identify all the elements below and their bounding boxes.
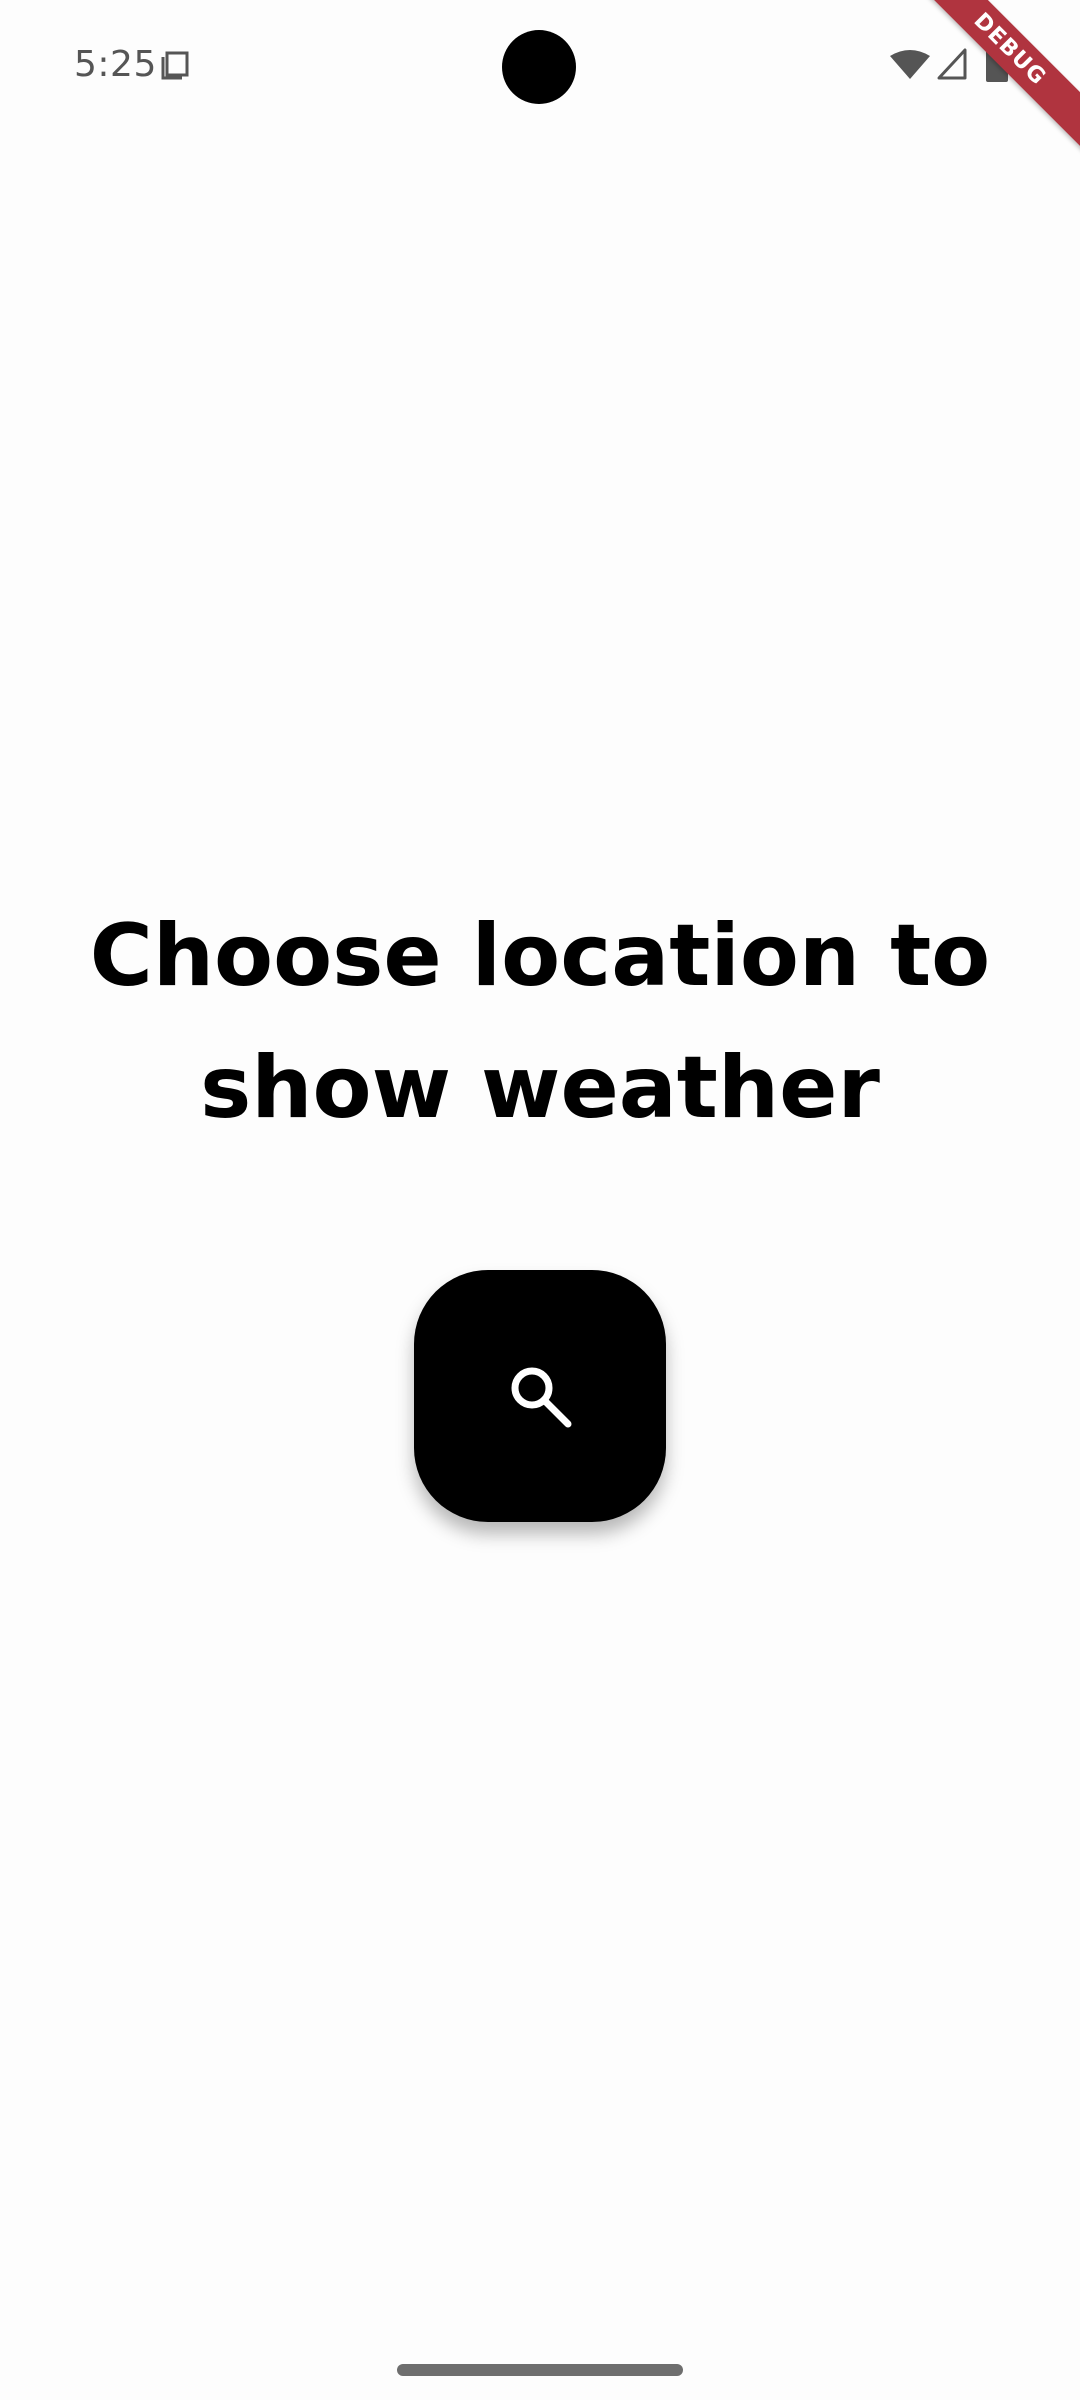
search-icon	[511, 1367, 572, 1428]
signal-icon	[937, 48, 967, 80]
wifi-icon	[890, 50, 930, 79]
camera-cutout	[502, 30, 576, 104]
search-button[interactable]	[414, 1270, 666, 1522]
screenshot-icon	[161, 51, 189, 80]
status-time: 5:25	[74, 44, 157, 85]
app-screen: 5:25 DEBUG Choose location to show weath…	[0, 0, 1080, 2400]
page-title: Choose location to show weather	[89, 906, 991, 1138]
status-bar: 5:25	[0, 0, 1080, 130]
home-indicator[interactable]	[397, 2364, 683, 2376]
